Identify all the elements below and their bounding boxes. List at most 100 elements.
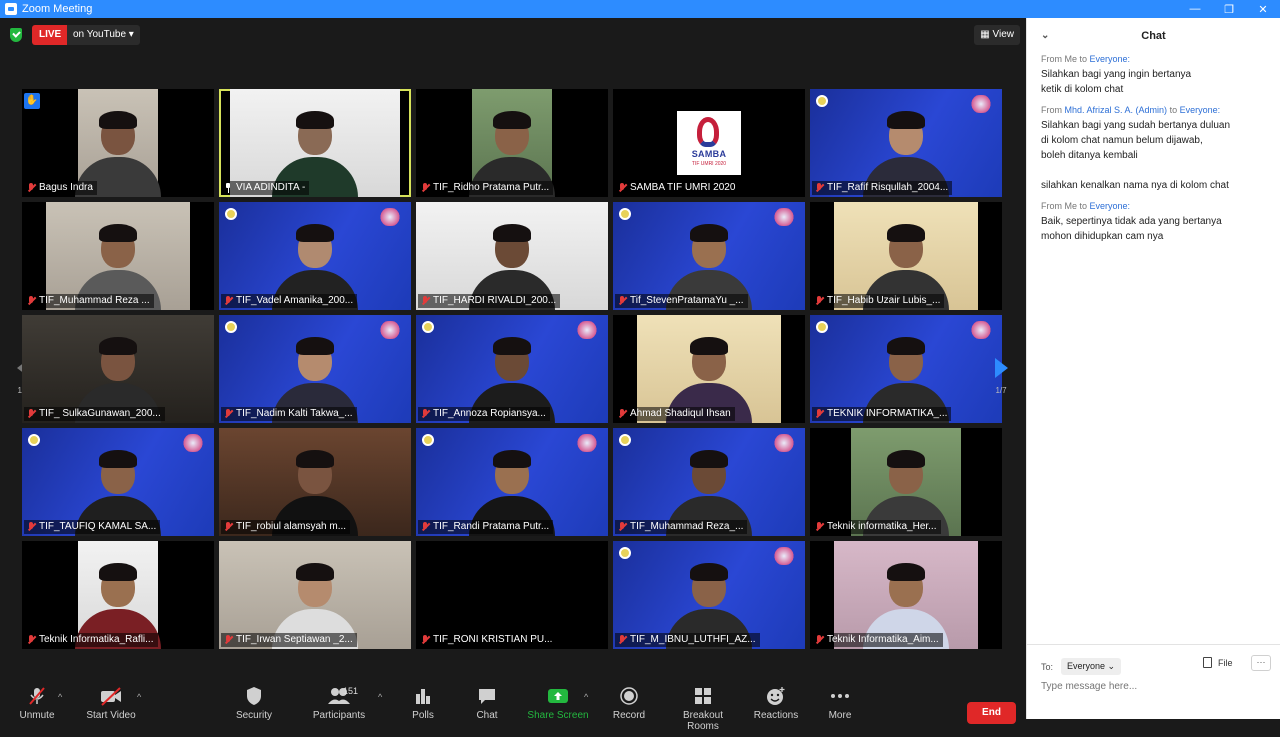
participant-tile[interactable]: TEKNIK INFORMATIKA_...: [810, 315, 1002, 423]
file-button[interactable]: File: [1203, 657, 1233, 668]
participant-tile[interactable]: TIF_ SulkaGunawan_200...: [22, 315, 214, 423]
security-shield-icon[interactable]: [10, 28, 22, 42]
stream-destination-dropdown[interactable]: on YouTube ▾: [67, 25, 140, 45]
participant-name-label: TIF_Vadel Amanika_200...: [221, 294, 358, 308]
participant-tile[interactable]: VIA ADINDITA -: [219, 89, 411, 197]
reactions-button[interactable]: Reactions: [741, 686, 811, 721]
share-screen-button[interactable]: Share Screen ^: [523, 686, 593, 721]
view-button[interactable]: ▦ View: [974, 25, 1020, 45]
chat-title: Chat: [1141, 30, 1166, 42]
record-label: Record: [612, 710, 646, 721]
participant-tile[interactable]: TIF_Randi Pratama Putr...: [416, 428, 608, 536]
start-video-button[interactable]: Start Video ^: [76, 686, 146, 721]
university-logo: [422, 321, 434, 333]
zoom-app-icon: [5, 3, 17, 15]
participant-name: Teknik Informatika_Aim...: [827, 634, 939, 645]
university-logo: [816, 321, 828, 333]
participant-tile[interactable]: TIF_RONI KRISTIAN PU...: [416, 541, 608, 649]
mic-muted-icon: [421, 183, 429, 193]
participant-tile[interactable]: Tif_StevenPratamaYu _...: [613, 202, 805, 310]
participant-tile[interactable]: TIF_Habib Uzair Lubis_...: [810, 202, 1002, 310]
participant-name-label: Teknik Informatika_Rafli...: [24, 633, 158, 647]
participant-name-label: TIF_Nadim Kalti Takwa_...: [221, 407, 357, 421]
participant-figure: [296, 562, 334, 581]
participant-tile[interactable]: TIF_robiul alamsyah m...: [219, 428, 411, 536]
participant-tile[interactable]: TIF_M_IBNU_LUTHFI_AZ...: [613, 541, 805, 649]
participant-tile[interactable]: Teknik Informatika_Aim...: [810, 541, 1002, 649]
participant-tile[interactable]: Ahmad Shadiqul Ihsan: [613, 315, 805, 423]
mic-muted-icon: [815, 409, 823, 419]
participants-caret-icon[interactable]: ^: [378, 692, 382, 702]
unmute-button[interactable]: Unmute ^: [2, 686, 72, 721]
participant-figure: [296, 223, 334, 242]
polls-button[interactable]: Polls: [388, 686, 458, 721]
participants-button[interactable]: 151 Participants ^: [304, 686, 382, 721]
event-logo: [180, 434, 206, 452]
mic-muted-icon: [27, 183, 35, 193]
end-meeting-button[interactable]: End: [967, 702, 1016, 724]
mic-muted-icon: [27, 296, 35, 306]
recipient-name[interactable]: Everyone:: [1090, 201, 1131, 211]
samba-logo-subtext: TIF UMRI 2020: [691, 161, 727, 167]
next-page-button[interactable]: 1/7: [990, 358, 1012, 395]
participant-name-label: Teknik informatika_Her...: [812, 520, 941, 534]
chat-messages: From Me to Everyone: Silahkan bagi yang i…: [1027, 54, 1280, 244]
more-button[interactable]: More: [805, 686, 875, 721]
live-badge[interactable]: LIVE: [32, 25, 69, 45]
participant-name: TIF_M_IBNU_LUTHFI_AZ...: [630, 634, 756, 645]
reactions-label: Reactions: [753, 710, 799, 721]
breakout-rooms-button[interactable]: Breakout Rooms: [668, 686, 738, 732]
participant-tile[interactable]: TIF_Nadim Kalti Takwa_...: [219, 315, 411, 423]
security-button[interactable]: Security: [219, 686, 289, 721]
participant-tile[interactable]: TIF_Annoza Ropiansya...: [416, 315, 608, 423]
share-caret-icon[interactable]: ^: [584, 692, 588, 702]
breakout-rooms-label: Breakout Rooms: [682, 710, 724, 732]
event-logo: [771, 434, 797, 452]
participant-tile[interactable]: TIF_TAUFIQ KAMAL SA...: [22, 428, 214, 536]
participant-tile[interactable]: SAMBA TIF UMRI 2020 SAMBA TIF UMRI 2020: [613, 89, 805, 197]
participant-tile[interactable]: TIF_Muhammad Reza ...: [22, 202, 214, 310]
start-video-label: Start Video: [86, 710, 136, 721]
breakout-rooms-icon: [695, 688, 711, 704]
participant-name-label: Bagus Indra: [24, 181, 97, 195]
unmute-caret-icon[interactable]: ^: [58, 692, 62, 702]
recipient-select[interactable]: Everyone ⌄: [1061, 658, 1122, 675]
participant-name-label: TIF_Annoza Ropiansya...: [418, 407, 550, 421]
participant-name: Ahmad Shadiqul Ihsan: [630, 408, 731, 419]
participant-name: TIF_Muhammad Reza ...: [39, 295, 150, 306]
participant-tile[interactable]: TIF_Ridho Pratama Putr...: [416, 89, 608, 197]
sender-name[interactable]: Mhd. Afrizal S. A. (Admin): [1065, 105, 1168, 115]
chat-message-header: From Mhd. Afrizal S. A. (Admin) to Every…: [1041, 105, 1221, 115]
participant-figure: [493, 223, 531, 242]
participant-figure: [99, 562, 137, 581]
samba-logo: SAMBA TIF UMRI 2020: [677, 111, 741, 175]
chat-more-button[interactable]: ···: [1251, 655, 1271, 671]
participant-tile[interactable]: Teknik Informatika_Rafli...: [22, 541, 214, 649]
participant-tile[interactable]: TIF_HARDI RIVALDI_200...: [416, 202, 608, 310]
to-label: To:: [1041, 661, 1054, 672]
close-icon[interactable]: ✕: [1246, 3, 1280, 16]
participant-tile[interactable]: TIF_Muhammad Reza_...: [613, 428, 805, 536]
participant-name: Teknik Informatika_Rafli...: [39, 634, 154, 645]
reactions-icon: [767, 687, 785, 705]
participant-name: TIF_Rafif Risqullah_2004...: [827, 182, 949, 193]
video-off-icon: [101, 687, 121, 706]
record-button[interactable]: Record: [594, 686, 664, 721]
participant-tile[interactable]: TIF_Irwan Septiawan _2...: [219, 541, 411, 649]
participant-tile[interactable]: TIF_Rafif Risqullah_2004...: [810, 89, 1002, 197]
event-logo: [968, 95, 994, 113]
recipient-name[interactable]: Everyone:: [1090, 54, 1131, 64]
minimize-icon[interactable]: —: [1178, 3, 1212, 15]
recipient-name[interactable]: Everyone:: [1180, 105, 1221, 115]
chat-button[interactable]: Chat: [452, 686, 522, 721]
participant-name: TIF_Randi Pratama Putr...: [433, 521, 550, 532]
participant-tile[interactable]: ✋ Bagus Indra: [22, 89, 214, 197]
chat-message-input[interactable]: [1041, 681, 1267, 692]
window-title: Zoom Meeting: [22, 3, 93, 15]
video-caret-icon[interactable]: ^: [137, 692, 141, 702]
collapse-chevron-icon[interactable]: ⌄: [1041, 18, 1049, 54]
participant-tile[interactable]: TIF_Vadel Amanika_200...: [219, 202, 411, 310]
participant-tile[interactable]: Teknik informatika_Her...: [810, 428, 1002, 536]
restore-icon[interactable]: ❐: [1212, 3, 1246, 16]
raised-hand-icon: ✋: [24, 93, 40, 109]
